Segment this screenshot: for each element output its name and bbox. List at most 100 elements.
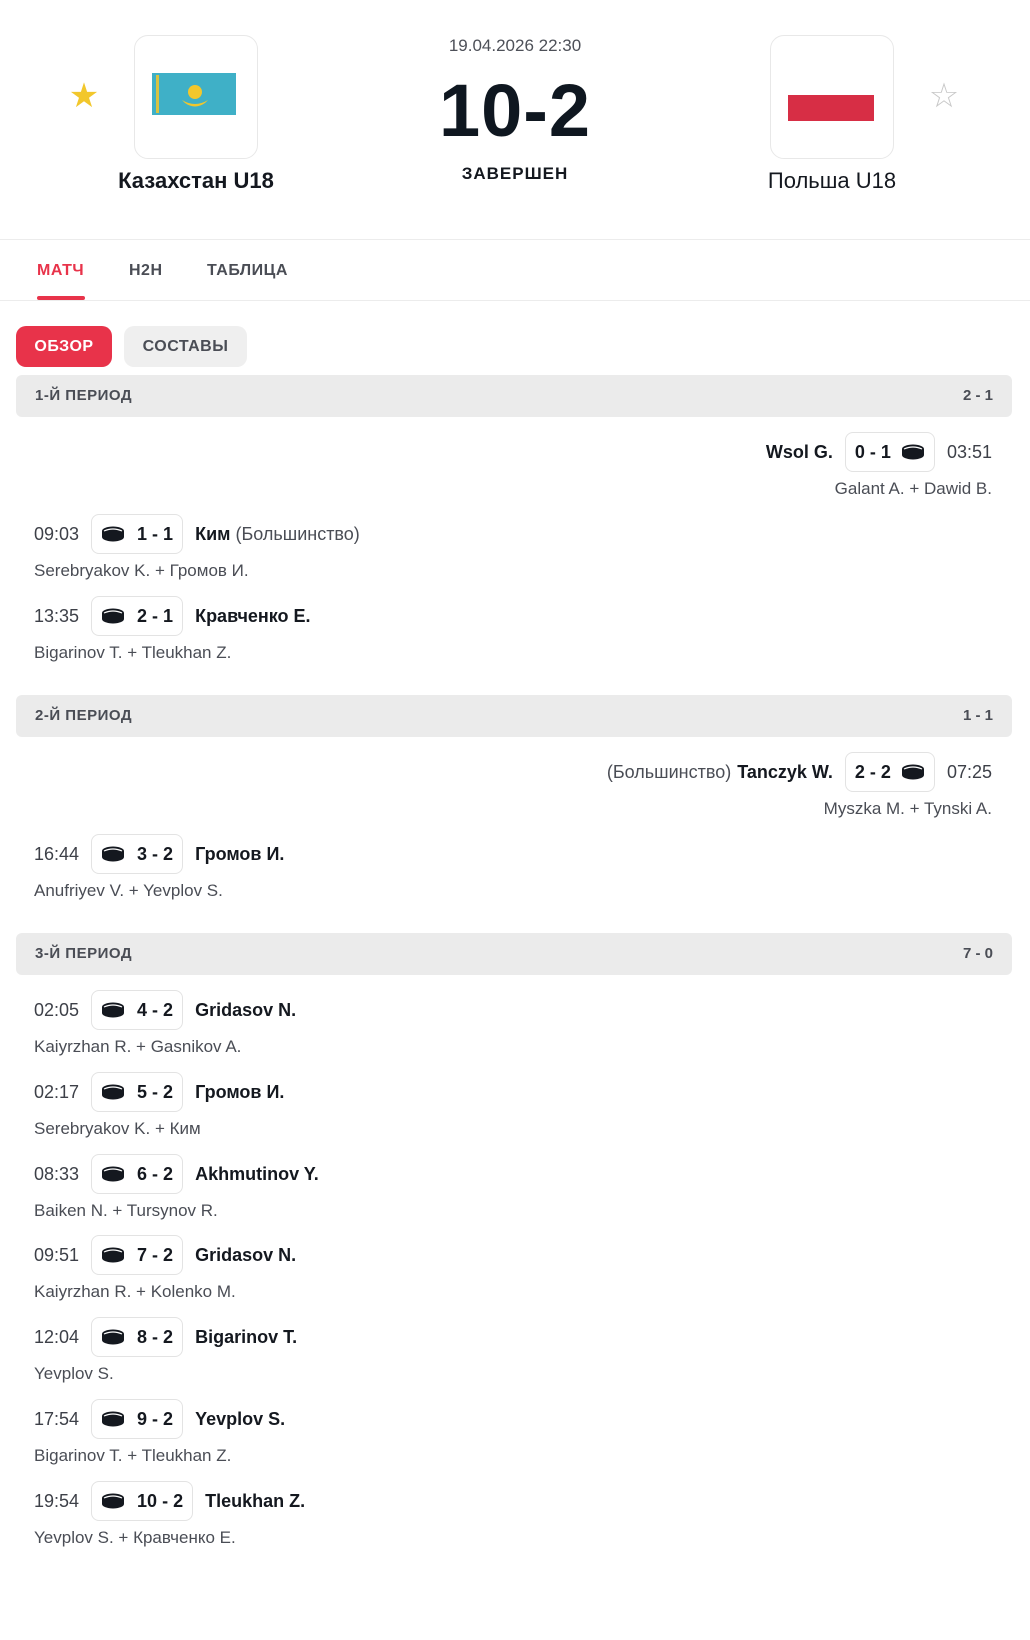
goal-assists: Serebryakov K. + Громов И. — [34, 561, 249, 580]
goal-event[interactable]: 09:51 7 - 2 Gridasov N. — [34, 1235, 296, 1275]
match-date: 19.04.2026 22:30 — [448, 36, 582, 55]
goal-time: 16:44 — [34, 843, 80, 864]
goal-score-badge: 3 - 2 — [91, 834, 184, 874]
goal-scorer[interactable]: Ким — [195, 524, 230, 545]
puck-icon — [901, 444, 925, 460]
goal-scorer[interactable]: Tanczyk W. — [737, 762, 833, 783]
goal-assists: Myszka M. + Tynski A. — [823, 799, 992, 818]
goal-assists: Bigarinov T. + Tleukhan Z. — [34, 643, 232, 662]
goal-scorer[interactable]: Gridasov N. — [195, 1245, 296, 1266]
goal-scorer[interactable]: Кравченко Е. — [195, 606, 310, 627]
goal-score: 6 - 2 — [137, 1163, 174, 1184]
goal-event[interactable]: 13:35 2 - 1 Кравченко Е. — [34, 596, 311, 636]
goal-time: 09:03 — [34, 523, 80, 544]
goal-event[interactable]: 16:44 3 - 2 Громов И. — [34, 834, 284, 874]
goal-assists: Kaiyrzhan R. + Gasnikov A. — [34, 1037, 242, 1056]
goal-time: 13:35 — [34, 605, 80, 626]
tab-h2h[interactable]: H2H — [129, 262, 163, 280]
period-score: 2 - 1 — [962, 387, 993, 404]
puck-icon — [101, 1084, 125, 1100]
match-status: ЗАВЕРШЕН — [461, 164, 569, 183]
period-header: 1-Й ПЕРИОД 2 - 1 — [16, 375, 1012, 417]
goal-event[interactable]: 08:33 6 - 2 Akhmutinov Y. — [34, 1154, 319, 1194]
goal-score: 3 - 2 — [137, 843, 174, 864]
puck-icon — [101, 1493, 125, 1509]
active-tab-indicator — [37, 296, 85, 300]
goal-score: 2 - 1 — [137, 605, 174, 626]
puck-icon — [101, 1002, 125, 1018]
puck-icon — [101, 1166, 125, 1182]
away-team-name[interactable]: Польша U18 — [682, 168, 982, 194]
goal-event[interactable]: 02:17 5 - 2 Громов И. — [34, 1072, 284, 1112]
puck-icon — [101, 526, 125, 542]
goal-score-badge: 2 - 2 — [844, 752, 935, 792]
puck-icon — [101, 1329, 125, 1345]
goal-scorer[interactable]: Tleukhan Z. — [205, 1491, 305, 1512]
match-tabs: МАТЧ H2H ТАБЛИЦА — [0, 240, 1030, 301]
goal-score-badge: 6 - 2 — [91, 1154, 184, 1194]
period-title: 2-Й ПЕРИОД — [35, 707, 133, 724]
goal-score-badge: 9 - 2 — [91, 1399, 184, 1439]
home-team-logo[interactable] — [134, 35, 258, 159]
goal-time: 08:33 — [34, 1163, 80, 1184]
away-team-logo[interactable] — [770, 35, 894, 159]
goal-time: 09:51 — [34, 1244, 80, 1265]
goal-note: (Большинство) — [235, 523, 360, 544]
match-header: ★ Казахстан U18 19.04.2026 22:30 10-2 ЗА… — [0, 0, 1030, 240]
puck-icon — [901, 764, 925, 780]
goal-assists: Yevplov S. + Кравченко Е. — [34, 1528, 236, 1547]
goal-score: 0 - 1 — [854, 441, 891, 462]
goal-scorer[interactable]: Yevplov S. — [195, 1409, 285, 1430]
goal-score-badge: 4 - 2 — [91, 990, 184, 1030]
tab-table[interactable]: ТАБЛИЦА — [207, 262, 288, 280]
puck-icon — [101, 846, 125, 862]
period-header: 3-Й ПЕРИОД 7 - 0 — [16, 933, 1012, 975]
goal-assists: Serebryakov K. + Ким — [34, 1119, 201, 1138]
period-score: 7 - 0 — [962, 945, 993, 962]
goal-scorer[interactable]: Bigarinov T. — [195, 1327, 297, 1348]
goal-time: 07:25 — [946, 761, 992, 782]
goal-event[interactable]: 19:54 10 - 2 Tleukhan Z. — [34, 1481, 305, 1521]
goal-assists: Kaiyrzhan R. + Kolenko M. — [34, 1282, 236, 1301]
goal-scorer[interactable]: Громов И. — [195, 844, 284, 865]
goal-score-badge: 1 - 1 — [91, 514, 184, 554]
poland-flag-icon — [788, 73, 874, 121]
goal-score: 10 - 2 — [137, 1490, 184, 1511]
goal-assists: Anufriyev V. + Yevplov S. — [34, 881, 223, 900]
goal-scorer[interactable]: Громов И. — [195, 1082, 284, 1103]
puck-icon — [101, 1247, 125, 1263]
goal-assists: Yevplov S. — [34, 1364, 114, 1383]
goal-assists: Galant A. + Dawid B. — [834, 479, 992, 498]
goal-score: 9 - 2 — [137, 1408, 174, 1429]
period-score: 1 - 1 — [962, 707, 993, 724]
goal-event[interactable]: 02:05 4 - 2 Gridasov N. — [34, 990, 296, 1030]
away-favorite-star-icon[interactable]: ☆ — [926, 78, 962, 114]
home-favorite-star-icon[interactable]: ★ — [66, 78, 102, 114]
goal-score-badge: 0 - 1 — [844, 432, 935, 472]
puck-icon — [101, 1411, 125, 1427]
home-team-name[interactable]: Казахстан U18 — [46, 168, 346, 194]
goal-score: 7 - 2 — [137, 1244, 174, 1265]
lineups-button[interactable]: СОСТАВЫ — [124, 326, 247, 367]
period-title: 3-Й ПЕРИОД — [35, 945, 133, 962]
goal-score-badge: 10 - 2 — [91, 1481, 194, 1521]
goal-event[interactable]: 09:03 1 - 1 Ким (Большинство) — [34, 514, 360, 554]
overview-button[interactable]: ОБЗОР — [16, 326, 112, 367]
tab-match[interactable]: МАТЧ — [37, 262, 84, 280]
match-score: 10-2 — [438, 69, 592, 152]
goal-score-badge: 2 - 1 — [91, 596, 184, 636]
goal-score-badge: 8 - 2 — [91, 1317, 184, 1357]
goal-scorer[interactable]: Akhmutinov Y. — [195, 1164, 319, 1185]
goal-time: 02:17 — [34, 1081, 80, 1102]
goal-event[interactable]: 17:54 9 - 2 Yevplov S. — [34, 1399, 285, 1439]
goal-score: 1 - 1 — [137, 523, 174, 544]
goal-scorer[interactable]: Wsol G. — [766, 442, 833, 463]
kazakhstan-flag-icon — [152, 73, 236, 115]
goal-time: 12:04 — [34, 1326, 80, 1347]
goal-scorer[interactable]: Gridasov N. — [195, 1000, 296, 1021]
goal-time: 03:51 — [946, 441, 992, 462]
goal-event[interactable]: 12:04 8 - 2 Bigarinov T. — [34, 1317, 297, 1357]
goal-event[interactable]: (Большинство) Tanczyk W. 2 - 2 07:25 — [607, 752, 992, 792]
goal-time: 19:54 — [34, 1490, 80, 1511]
goal-event[interactable]: Wsol G. 0 - 1 03:51 — [766, 432, 992, 472]
